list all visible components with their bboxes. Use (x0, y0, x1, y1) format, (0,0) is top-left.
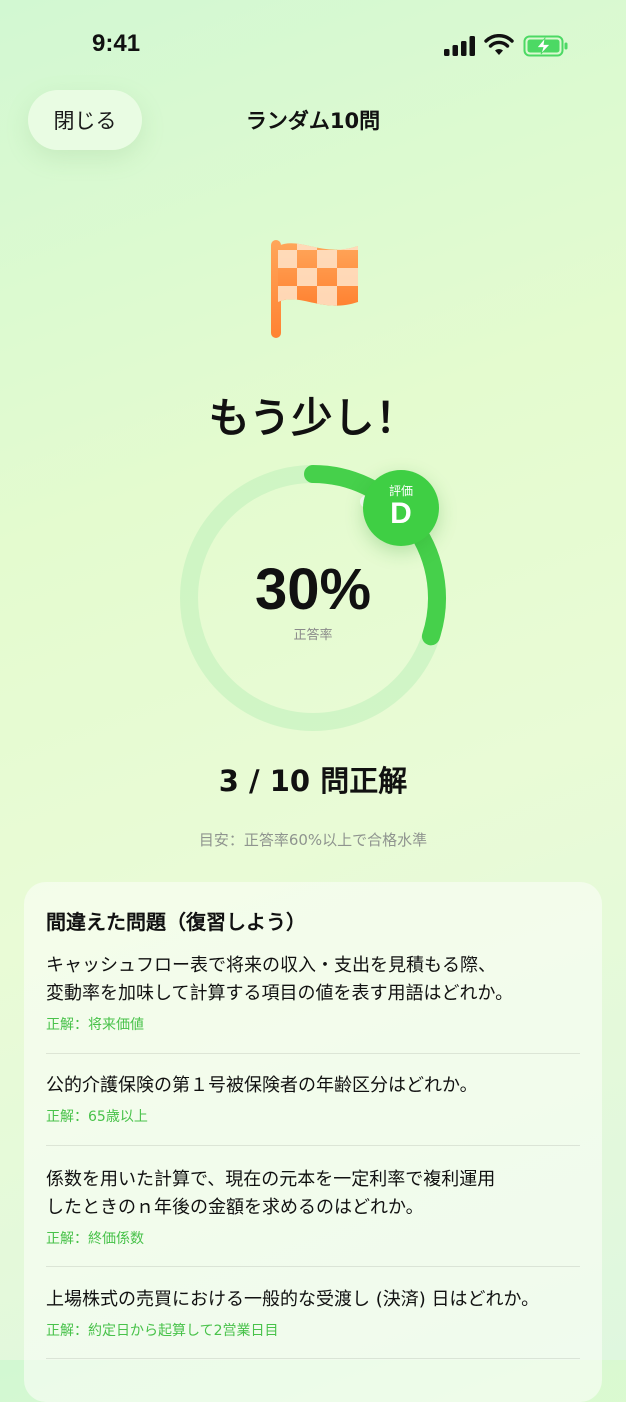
result-headline: もう少し！ (208, 394, 418, 442)
review-question: 上場株式の売買における一般的な受渡し (決済) 日はどれか。 (46, 1289, 540, 1310)
battery-charging-icon (523, 35, 568, 57)
grade-value: D (390, 497, 412, 530)
review-title: 間違えた問題（復習しよう） (46, 910, 306, 934)
grade-badge: 評価 D (363, 470, 439, 546)
score-summary: 3 / 10 問正解 (218, 764, 408, 798)
review-question: キャッシュフロー表で将来の収入・支出を見積もる際、 変動率を加味して計算する項目… (46, 955, 514, 1004)
review-question: 公的介護保険の第１号被保険者の年齢区分はどれか。 (46, 1075, 478, 1096)
status-bar: 9:41 (0, 0, 626, 90)
accuracy-percent: 30% (254, 557, 372, 622)
cellular-signal-icon (444, 36, 475, 56)
divider (46, 1358, 580, 1359)
review-answer: 正解：約定日から起算して2営業日目 (46, 1323, 279, 1339)
review-item[interactable]: 上場株式の売買における一般的な受渡し (決済) 日はどれか。 正解：約定日から起… (46, 1286, 580, 1340)
divider (46, 1145, 580, 1146)
review-item[interactable]: 係数を用いた計算で、現在の元本を一定利率で複利運用 したときのｎ年後の金額を求め… (46, 1166, 580, 1248)
review-question: 係数を用いた計算で、現在の元本を一定利率で複利運用 したときのｎ年後の金額を求め… (46, 1169, 496, 1218)
review-answer: 正解：終価係数 (46, 1231, 144, 1247)
divider (46, 1266, 580, 1267)
review-card: 間違えた問題（復習しよう） キャッシュフロー表で将来の収入・支出を見積もる際、 … (24, 882, 602, 1402)
review-item[interactable]: キャッシュフロー表で将来の収入・支出を見積もる際、 変動率を加味して計算する項目… (46, 952, 580, 1034)
checkered-flag-icon (271, 240, 358, 338)
status-time: 9:41 (92, 30, 141, 57)
accuracy-label: 正答率 (293, 628, 333, 643)
wifi-icon (484, 34, 514, 55)
review-answer: 正解：将来価値 (46, 1017, 144, 1033)
divider (46, 1053, 580, 1054)
review-item[interactable]: 公的介護保険の第１号被保険者の年齢区分はどれか。 正解：65歳以上 (46, 1072, 580, 1126)
pass-guideline: 目安：正答率60%以上で合格水準 (198, 831, 428, 849)
nav-title: ランダム10問 (245, 109, 381, 133)
review-answer: 正解：65歳以上 (46, 1109, 148, 1125)
